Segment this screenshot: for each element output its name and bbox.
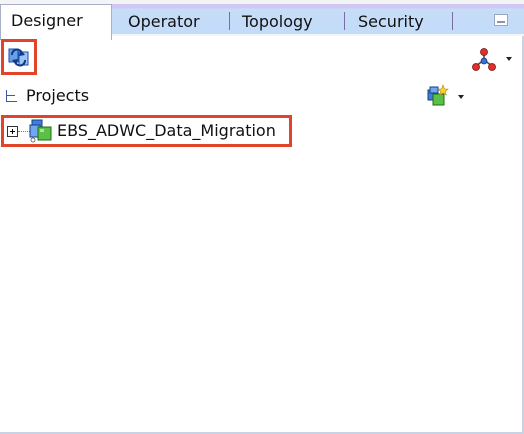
project-icon [29,119,52,143]
expand-icon[interactable] [7,126,18,137]
connect-navigator-button[interactable] [470,48,518,74]
tab-divider [344,12,345,30]
tab-divider [229,12,230,30]
chevron-down-icon [506,57,512,61]
collapse-icon[interactable] [6,90,17,102]
new-project-button[interactable] [426,84,470,110]
designer-navigator-panel: Designer Operator Topology Security Proj… [0,0,524,434]
refresh-button[interactable] [1,39,37,75]
tab-bar: Designer Operator Topology Security [0,0,524,40]
connect-navigator-icon [472,48,496,71]
tree-row-project[interactable]: EBS_ADWC_Data_Migration [1,115,292,147]
tab-divider [452,12,453,30]
refresh-icon [8,48,29,67]
tab-security[interactable]: Security [358,8,424,36]
tab-operator[interactable]: Operator [128,8,200,36]
new-project-icon [427,84,449,106]
tab-topology[interactable]: Topology [242,8,313,36]
projects-label: Projects [26,86,90,105]
minimize-button[interactable] [494,14,508,26]
chevron-down-icon [458,95,464,99]
project-label: EBS_ADWC_Data_Migration [57,121,276,140]
tab-designer[interactable]: Designer [0,4,112,40]
